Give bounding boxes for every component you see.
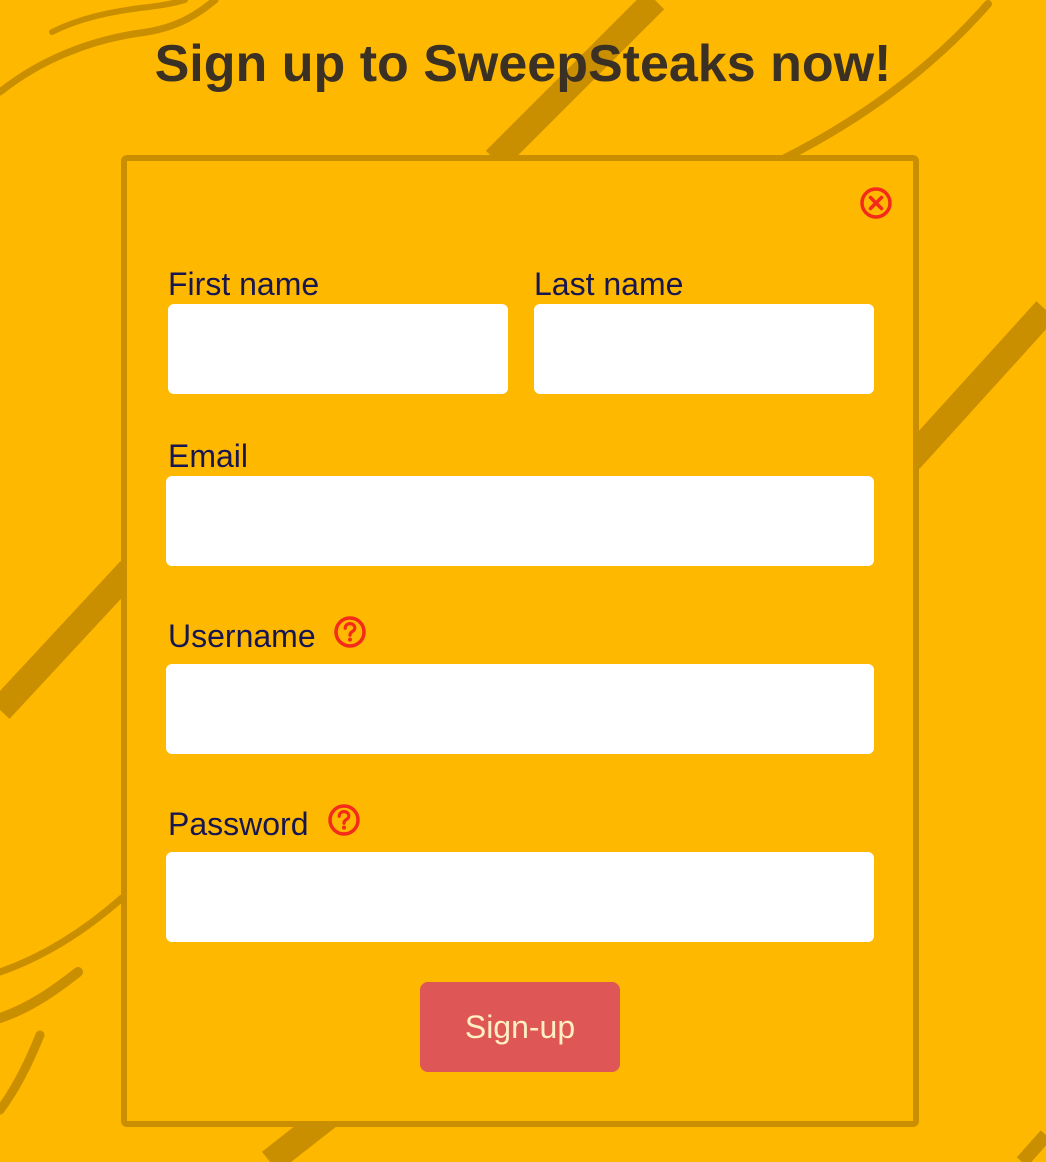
password-label: Password [168, 806, 309, 842]
password-help-icon[interactable] [327, 803, 361, 837]
username-label: Username [168, 618, 316, 654]
password-input[interactable] [166, 852, 874, 942]
email-input[interactable] [166, 476, 874, 566]
first-name-input[interactable] [168, 304, 508, 394]
signup-button[interactable]: Sign-up [420, 982, 620, 1072]
last-name-input[interactable] [534, 304, 874, 394]
username-input[interactable] [166, 664, 874, 754]
last-name-label: Last name [534, 266, 684, 302]
page-title: Sign up to SweepSteaks now! [154, 35, 892, 93]
email-label: Email [168, 438, 249, 474]
first-name-label: First name [168, 266, 320, 302]
username-help-icon[interactable] [333, 615, 367, 649]
signup-form-panel: First name Last name Email Username Pass… [121, 155, 919, 1127]
close-icon[interactable] [858, 185, 894, 221]
